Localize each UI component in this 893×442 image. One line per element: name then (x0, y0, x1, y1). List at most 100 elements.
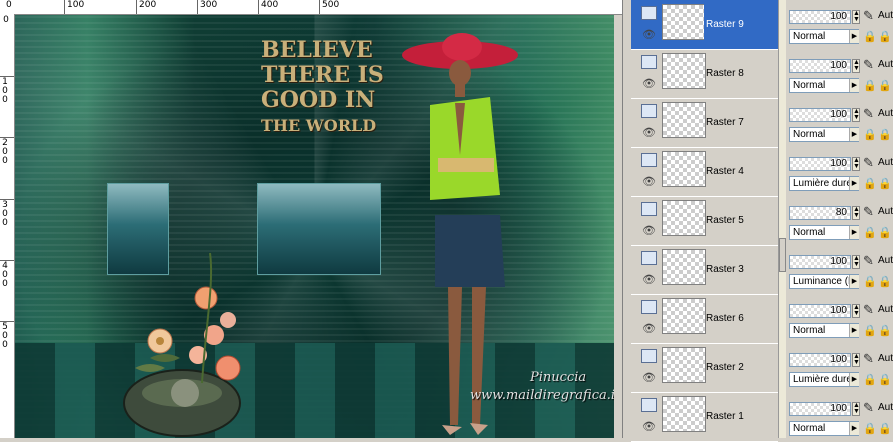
opacity-spinner[interactable]: ▲ ▼ (852, 10, 860, 24)
layer-group-icon[interactable] (641, 349, 657, 363)
lock-icon[interactable]: 🔒 (863, 177, 877, 190)
eye-icon[interactable]: 👁 (642, 322, 656, 335)
lock-icon[interactable]: 🔒 (878, 79, 892, 92)
layer-row-raster-5[interactable]: 👁 Raster 5 (631, 196, 778, 246)
layer-name[interactable]: Raster 2 (704, 343, 778, 392)
lock-icon[interactable]: 🔒 (878, 275, 892, 288)
lock-icon[interactable]: 🔒 (878, 226, 892, 239)
lock-icon[interactable]: 🔒 (863, 30, 877, 43)
chevron-down-icon[interactable]: ▶ (849, 177, 859, 190)
lock-icon[interactable]: 🔒 (863, 422, 877, 435)
opacity-spinner[interactable]: ▲ ▼ (852, 108, 860, 122)
opacity-field[interactable]: 100 (789, 108, 851, 122)
opacity-spinner[interactable]: ▲ ▼ (852, 304, 860, 318)
layer-row-raster-9[interactable]: 👁 Raster 9 (631, 0, 778, 50)
opacity-spinner[interactable]: ▲ ▼ (852, 206, 860, 220)
eye-icon[interactable]: 👁 (642, 126, 656, 139)
layer-name[interactable]: Raster 7 (704, 98, 778, 147)
paint-brush-icon[interactable]: ✎ (863, 8, 874, 24)
lock-icon[interactable]: 🔒 (863, 324, 877, 337)
layer-row-raster-3[interactable]: 👁 Raster 3 (631, 245, 778, 295)
layer-row-raster-1[interactable]: 👁 Raster 1 (631, 392, 778, 442)
lock-icon[interactable]: 🔒 (878, 422, 892, 435)
lock-icon[interactable]: 🔒 (863, 373, 877, 386)
opacity-field[interactable]: 100 (789, 353, 851, 367)
lock-icon[interactable]: 🔒 (878, 324, 892, 337)
chevron-down-icon[interactable]: ▶ (849, 226, 859, 239)
chevron-down-icon[interactable]: ▶ (849, 128, 859, 141)
layer-group-icon[interactable] (641, 251, 657, 265)
layer-name[interactable]: Raster 3 (704, 245, 778, 294)
eye-icon[interactable]: 👁 (642, 77, 656, 90)
opacity-field[interactable]: 100 (789, 255, 851, 269)
lock-icon[interactable]: 🔒 (878, 373, 892, 386)
quote-line: GOOD IN (261, 87, 376, 113)
layer-name[interactable]: Raster 5 (704, 196, 778, 245)
layer-row-raster-8[interactable]: 👁 Raster 8 (631, 49, 778, 99)
lock-icon[interactable]: 🔒 (878, 30, 892, 43)
paint-brush-icon[interactable]: ✎ (863, 204, 874, 220)
auto-label: Aut (878, 10, 893, 21)
panel-splitter[interactable] (622, 0, 631, 438)
paint-brush-icon[interactable]: ✎ (863, 155, 874, 171)
paint-brush-icon[interactable]: ✎ (863, 253, 874, 269)
lock-icon[interactable]: 🔒 (863, 275, 877, 288)
chevron-down-icon[interactable]: ▶ (849, 275, 859, 288)
opacity-field[interactable]: 100 (789, 157, 851, 171)
eye-icon[interactable]: 👁 (642, 28, 656, 41)
layer-group-icon[interactable] (641, 300, 657, 314)
opacity-spinner[interactable]: ▲ ▼ (852, 402, 860, 416)
opacity-spinner[interactable]: ▲ ▼ (852, 157, 860, 171)
ruler-label: 200 (139, 0, 157, 10)
auto-label: Aut (878, 255, 893, 266)
layer-row-raster-7[interactable]: 👁 Raster 7 (631, 98, 778, 148)
opacity-spinner[interactable]: ▲ ▼ (852, 353, 860, 367)
layer-properties-row: 100 ▲ ▼ Lumière dure ▶ ✎ Aut 🔒 🔒 (786, 343, 893, 392)
layer-group-icon[interactable] (641, 398, 657, 412)
image-canvas[interactable]: BELIEVE THERE IS GOOD IN THE WORLD Pinuc… (15, 15, 614, 438)
chevron-down-icon[interactable]: ▶ (849, 30, 859, 43)
scrollbar-thumb[interactable] (779, 238, 786, 272)
layer-name[interactable]: Raster 1 (704, 392, 778, 441)
lock-icon[interactable]: 🔒 (878, 177, 892, 190)
paint-brush-icon[interactable]: ✎ (863, 400, 874, 416)
layer-row-raster-4[interactable]: 👁 Raster 4 (631, 147, 778, 197)
eye-icon[interactable]: 👁 (642, 224, 656, 237)
eye-icon[interactable]: 👁 (642, 371, 656, 384)
opacity-spinner[interactable]: ▲ ▼ (852, 255, 860, 269)
eye-icon[interactable]: 👁 (642, 175, 656, 188)
ruler-label: 2 0 0 (2, 138, 8, 166)
layer-group-icon[interactable] (641, 202, 657, 216)
layer-group-icon[interactable] (641, 6, 657, 20)
paint-brush-icon[interactable]: ✎ (863, 106, 874, 122)
opacity-spinner[interactable]: ▲ ▼ (852, 59, 860, 73)
opacity-field[interactable]: 100 (789, 10, 851, 24)
layer-name[interactable]: Raster 6 (704, 294, 778, 343)
eye-icon[interactable]: 👁 (642, 420, 656, 433)
chevron-down-icon[interactable]: ▶ (849, 324, 859, 337)
eye-icon[interactable]: 👁 (642, 273, 656, 286)
paint-brush-icon[interactable]: ✎ (863, 302, 874, 318)
lock-icon[interactable]: 🔒 (863, 79, 877, 92)
layer-group-icon[interactable] (641, 153, 657, 167)
layer-name[interactable]: Raster 8 (704, 49, 778, 98)
layer-group-icon[interactable] (641, 55, 657, 69)
layer-name[interactable]: Raster 4 (704, 147, 778, 196)
layer-group-icon[interactable] (641, 104, 657, 118)
chevron-down-icon[interactable]: ▶ (849, 373, 859, 386)
paint-brush-icon[interactable]: ✎ (863, 351, 874, 367)
opacity-field[interactable]: 100 (789, 304, 851, 318)
chevron-down-icon[interactable]: ▶ (849, 422, 859, 435)
ruler-label: 0 (3, 15, 9, 25)
lock-icon[interactable]: 🔒 (863, 226, 877, 239)
lock-icon[interactable]: 🔒 (863, 128, 877, 141)
layer-row-raster-2[interactable]: 👁 Raster 2 (631, 343, 778, 393)
lock-icon[interactable]: 🔒 (878, 128, 892, 141)
layer-row-raster-6[interactable]: 👁 Raster 6 (631, 294, 778, 344)
layer-name[interactable]: Raster 9 (704, 0, 778, 49)
paint-brush-icon[interactable]: ✎ (863, 57, 874, 73)
opacity-field[interactable]: 80 (789, 206, 851, 220)
chevron-down-icon[interactable]: ▶ (849, 79, 859, 92)
opacity-field[interactable]: 100 (789, 402, 851, 416)
opacity-field[interactable]: 100 (789, 59, 851, 73)
